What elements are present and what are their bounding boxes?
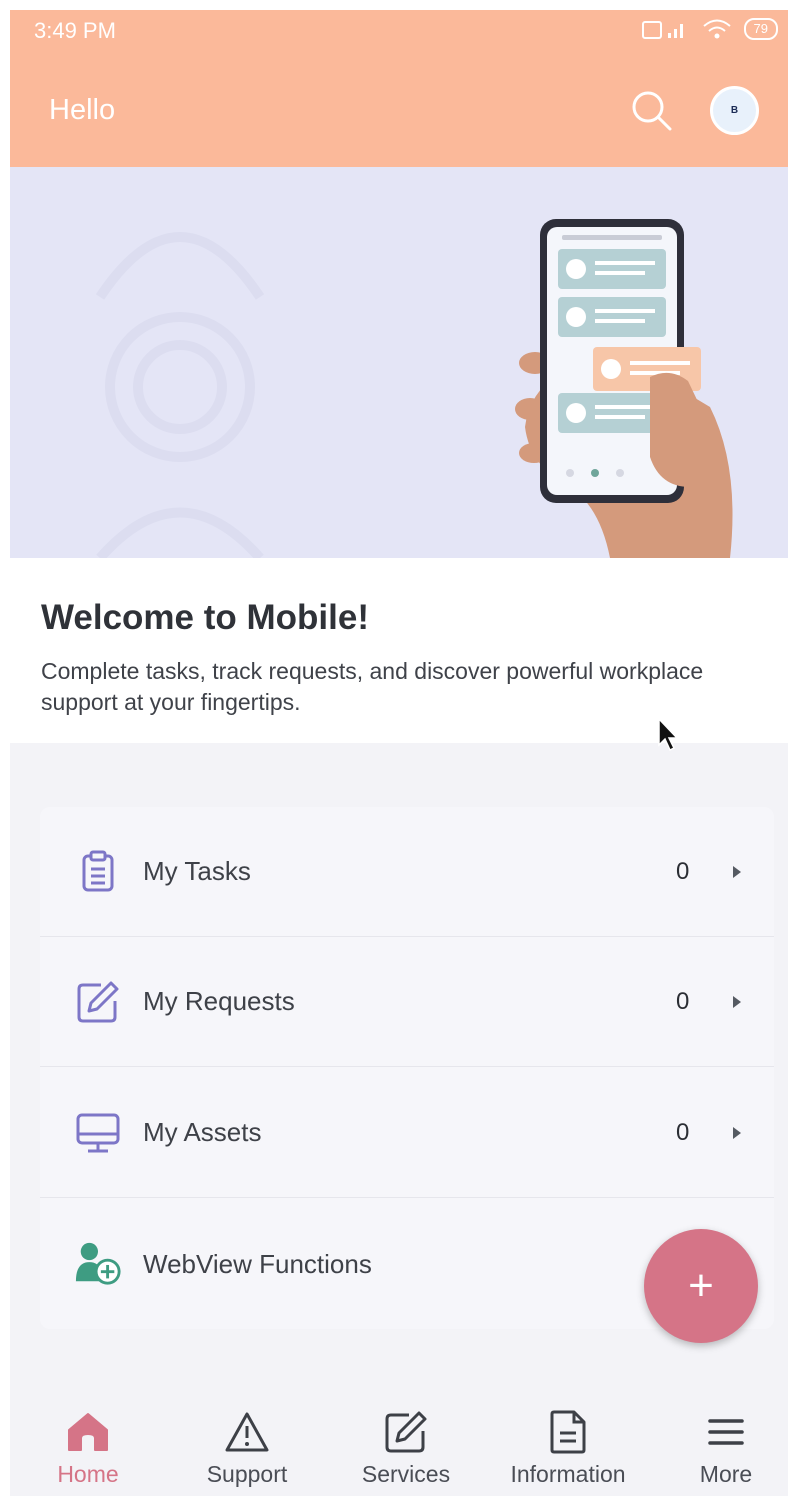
nav-label: Home	[57, 1461, 119, 1487]
nav-services[interactable]: Services	[353, 1373, 459, 1496]
monitor-icon	[74, 1109, 122, 1157]
status-time: 3:49 PM	[34, 18, 116, 43]
edit-icon	[382, 1409, 430, 1455]
warning-icon	[223, 1409, 271, 1455]
nav-support[interactable]: Support	[196, 1373, 298, 1496]
menu-item-my-tasks[interactable]: My Tasks 0	[40, 807, 774, 937]
avatar-initial: B	[730, 105, 739, 116]
app-screen: 3:49 PM 79 Hello B Welcome to Mobile! Co…	[10, 10, 788, 1496]
welcome-card: Welcome to Mobile! Complete tasks, track…	[10, 558, 788, 743]
menu-item-label: My Tasks	[143, 856, 251, 886]
hero-banner	[10, 167, 788, 558]
battery-icon: 79	[743, 18, 778, 40]
avatar[interactable]: B	[710, 86, 759, 135]
plus-icon: +	[688, 1261, 714, 1310]
welcome-title: Welcome to Mobile!	[41, 598, 369, 637]
menu-item-my-requests[interactable]: My Requests 0	[40, 937, 774, 1067]
nav-label: Services	[361, 1461, 451, 1487]
nav-label: Information	[510, 1461, 626, 1487]
app-header: 3:49 PM 79 Hello B	[10, 10, 788, 167]
chevron-right-icon	[733, 1126, 741, 1139]
bottom-navigation: Home Support Services Information More	[10, 1373, 788, 1496]
chevron-right-icon	[733, 995, 741, 1008]
nav-information[interactable]: Information	[497, 1373, 639, 1496]
menu-icon	[702, 1409, 750, 1455]
menu-item-count: 0	[676, 1118, 690, 1146]
home-icon	[64, 1409, 112, 1455]
wifi-icon	[702, 19, 731, 39]
status-icons: 79	[641, 18, 778, 40]
menu-item-count: 0	[676, 987, 690, 1015]
signal-icon	[641, 21, 683, 39]
nav-label: More	[699, 1461, 753, 1487]
greeting-title: Hello	[49, 94, 116, 126]
add-fab-button[interactable]: +	[644, 1229, 758, 1343]
menu-item-label: My Requests	[143, 986, 295, 1016]
edit-icon	[74, 978, 122, 1026]
user-add-icon	[74, 1240, 122, 1288]
menu-item-label: WebView Functions	[143, 1248, 372, 1279]
nav-label: Support	[206, 1461, 288, 1487]
search-icon	[632, 91, 672, 131]
nav-home[interactable]: Home	[50, 1373, 126, 1496]
chevron-right-icon	[733, 865, 741, 878]
phone-in-hand-illustration	[95, 219, 733, 558]
search-button[interactable]	[628, 87, 676, 135]
mouse-cursor-icon	[658, 717, 679, 752]
document-icon	[544, 1409, 592, 1455]
menu-item-count: 0	[676, 857, 690, 885]
nav-more[interactable]: More	[692, 1373, 760, 1496]
menu-item-label: My Assets	[143, 1117, 262, 1147]
menu-item-my-assets[interactable]: My Assets 0	[40, 1068, 774, 1198]
clipboard-icon	[74, 848, 122, 896]
welcome-description: Complete tasks, track requests, and disc…	[41, 658, 704, 715]
